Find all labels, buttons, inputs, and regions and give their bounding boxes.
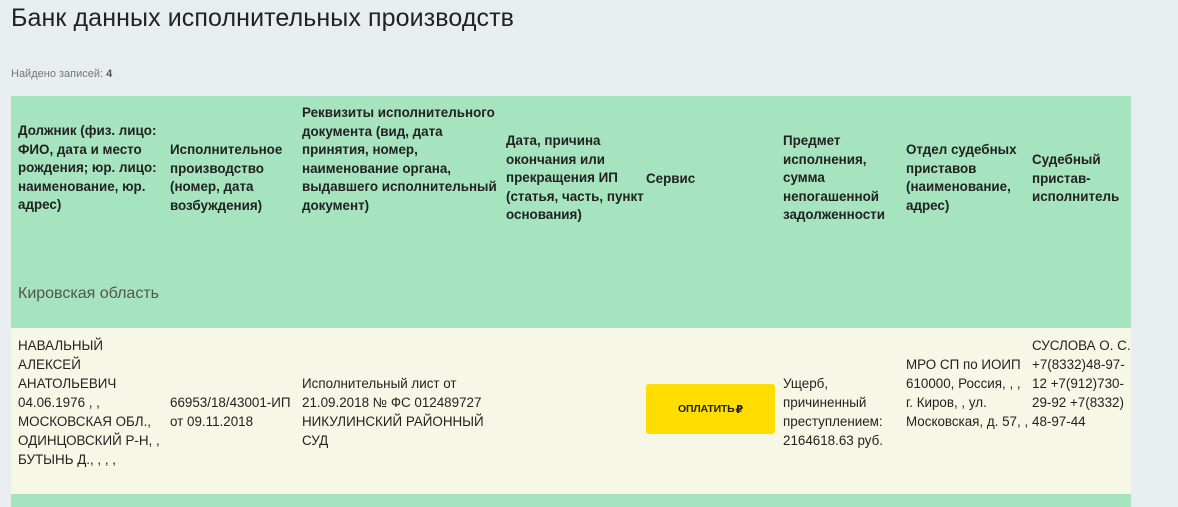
cell-debtor: НАВАЛЬНЫЙ АЛЕКСЕЙ АНАТОЛЬЕВИЧ 04.06.1976… <box>18 338 160 467</box>
results-table: Должник (физ. лицо: ФИО, дата и место ро… <box>11 96 1131 507</box>
header-proceeding: Исполнительное производство (номер, дата… <box>170 142 283 213</box>
header-document: Реквизиты исполнительного документа (вид… <box>302 105 497 213</box>
cell-proceeding: 66953/18/43001-ИП от 09.11.2018 <box>170 395 291 429</box>
header-subject: Предмет исполнения, сумма непогашенной з… <box>783 133 885 222</box>
region-label: Кировская область <box>18 285 159 302</box>
header-debtor: Должник (физ. лицо: ФИО, дата и место ро… <box>18 123 157 212</box>
header-service: Сервис <box>646 171 696 186</box>
page-title: Банк данных исполнительных производств <box>11 4 515 32</box>
cell-subject: Ущерб, причиненный преступлением: 216461… <box>783 376 883 448</box>
cell-bailiff: СУСЛОВА О. С. +7(8332)48-97-12 +7(912)73… <box>1032 338 1131 429</box>
table-row: НАВАЛЬНЫЙ АЛЕКСЕЙ АНАТОЛЬЕВИЧ 04.06.1976… <box>11 328 1131 494</box>
records-found-count: 4 <box>106 68 113 80</box>
pay-button[interactable]: ОПЛАТИТЬ ₽ <box>646 384 775 434</box>
next-row-strip <box>11 494 1131 507</box>
table-header: Должник (физ. лицо: ФИО, дата и место ро… <box>11 96 1131 263</box>
ruble-icon: ₽ <box>735 403 744 416</box>
header-end-date: Дата, причина окончания или прекращения … <box>506 133 644 222</box>
cell-document: Исполнительный лист от 21.09.2018 № ФС 0… <box>302 376 484 448</box>
region-group-row: Кировская область <box>11 263 1131 328</box>
pay-button-label: ОПЛАТИТЬ <box>678 403 735 415</box>
cell-department: МРО СП по ИОИП 610000, Россия, , , г. Ки… <box>906 357 1029 429</box>
header-bailiff: Судебный пристав-исполнитель <box>1032 152 1120 204</box>
records-found: Найдено записей: 4 <box>11 68 112 80</box>
records-found-label: Найдено записей: <box>11 68 104 80</box>
header-department: Отдел судебных приставов (наименование, … <box>906 142 1017 213</box>
